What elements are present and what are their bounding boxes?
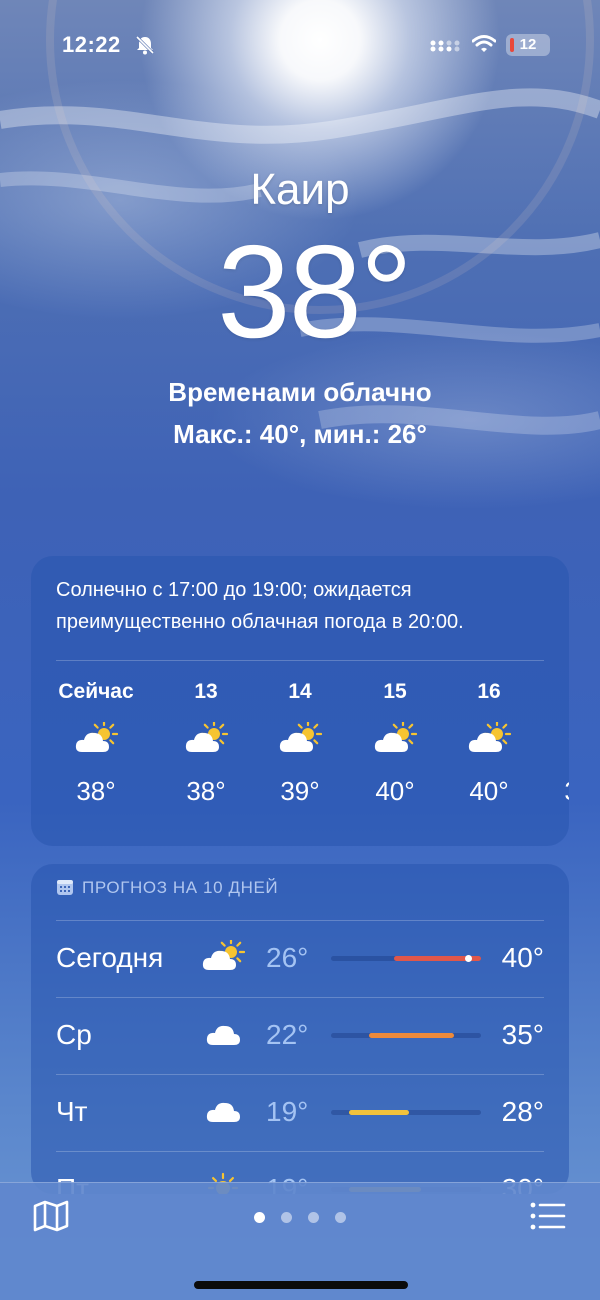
temperature-range-bar	[331, 1110, 481, 1115]
battery-low-level	[510, 38, 514, 52]
temperature-range-bar	[331, 1033, 481, 1038]
partly-sunny-icon	[75, 722, 118, 752]
partly-sunny-icon	[202, 940, 245, 970]
hour-label: 16	[477, 680, 501, 703]
temperature-range-bar	[331, 955, 481, 962]
hourly-forecast-card[interactable]: Солнечно с 17:00 до 19:00; ожидается пре…	[31, 556, 569, 846]
hour-label: Сейчас	[58, 680, 134, 703]
day-row[interactable]: Ср 22° 35°	[56, 997, 544, 1074]
day-name: Чт	[56, 1096, 88, 1127]
bottom-toolbar	[0, 1182, 600, 1300]
map-icon[interactable]	[32, 1199, 70, 1233]
day-low-temperature: 19°	[266, 1096, 309, 1127]
sun-icon	[568, 738, 569, 740]
day-low-temperature: 22°	[266, 1019, 309, 1050]
list-icon[interactable]	[530, 1201, 566, 1231]
current-condition: Временами облачно	[168, 377, 432, 407]
partly-sunny-icon	[185, 722, 228, 752]
hourly-item: Сейчас 38°	[51, 680, 141, 807]
status-time: 12:22	[62, 32, 121, 57]
home-indicator	[194, 1281, 408, 1289]
hourly-summary: Солнечно с 17:00 до 19:00; ожидается пре…	[56, 579, 464, 633]
hourly-divider	[56, 660, 544, 661]
partly-sunny-icon	[374, 722, 417, 752]
hourly-item: 13 38°	[161, 680, 251, 807]
day-row[interactable]: Сегодня 26° 40°	[56, 920, 544, 997]
cellular-signal-icon	[430, 40, 460, 52]
ten-day-header: ПРОГНОЗ НА 10 ДНЕЙ	[56, 878, 278, 904]
page-dot[interactable]	[335, 1212, 346, 1223]
page-dot[interactable]	[281, 1212, 292, 1223]
status-bar: 12:22 12	[0, 30, 600, 60]
hour-temperature: 40°	[375, 776, 415, 806]
partly-sunny-icon	[468, 722, 511, 752]
day-high-temperature: 28°	[501, 1096, 544, 1127]
page-indicator[interactable]	[254, 1210, 362, 1223]
wifi-icon	[472, 35, 496, 52]
hour-temperature: 38°	[76, 776, 116, 806]
hourly-item: 16 40°	[444, 680, 534, 807]
ten-day-title: ПРОГНОЗ НА 10 ДНЕЙ	[82, 878, 279, 897]
silent-bell-icon	[135, 35, 155, 55]
temperature-range-fill	[349, 1110, 409, 1115]
hour-label: 13	[194, 680, 218, 703]
ten-day-forecast-card[interactable]: ПРОГНОЗ НА 10 ДНЕЙ Сегодня 26° 40° Ср 22° 35°…	[31, 864, 569, 1194]
temperature-range-fill	[368, 1033, 454, 1038]
day-row[interactable]: Чт 19° 28°	[56, 1074, 544, 1151]
battery-indicator: 12	[506, 34, 550, 56]
hourly-item: 15 40°	[350, 680, 440, 807]
day-name: Ср	[56, 1019, 92, 1050]
hour-temperature: 38°	[186, 776, 226, 806]
day-name: Сегодня	[56, 942, 164, 973]
high-low-temperature: Макс.: 40°, мин.: 26°	[173, 419, 427, 449]
cloud-icon	[206, 1025, 240, 1045]
hour-label: 14	[288, 680, 312, 703]
hour-label: 15	[383, 680, 407, 703]
cloud-icon	[206, 1102, 240, 1122]
hour-temperature: 39°	[539, 776, 569, 807]
battery-percent: 12	[519, 36, 537, 53]
hourly-item: 14 39°	[255, 680, 345, 807]
page-dot[interactable]	[254, 1212, 265, 1223]
partly-sunny-icon	[279, 722, 322, 752]
current-temperature: 38°	[217, 218, 413, 365]
hour-temperature: 39°	[280, 776, 320, 806]
city-name: Каир	[250, 165, 350, 214]
day-low-temperature: 26°	[266, 942, 309, 973]
current-temperature-dot	[464, 955, 472, 962]
hourly-item: 17 39°	[539, 680, 569, 807]
hour-label: 17	[539, 680, 569, 710]
hour-temperature: 40°	[469, 776, 509, 806]
calendar-icon	[57, 880, 73, 895]
day-high-temperature: 35°	[501, 1019, 544, 1050]
day-high-temperature: 40°	[501, 942, 544, 973]
page-dot[interactable]	[308, 1212, 319, 1223]
